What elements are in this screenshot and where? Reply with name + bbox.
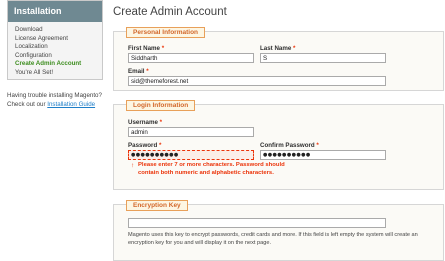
required-mark: * — [159, 119, 163, 126]
first-name-label: First Name * — [128, 45, 164, 52]
help-line-2: Check out our Installation Guide — [7, 101, 107, 110]
personal-information-fieldset: Personal Information First Name * Last N… — [113, 27, 444, 91]
step-configuration: Configuration — [15, 51, 52, 59]
username-label-text: Username — [128, 119, 158, 126]
confirm-password-label-text: Confirm Password — [260, 142, 315, 149]
required-mark: * — [293, 45, 296, 52]
login-information-legend: Login Information — [126, 100, 196, 111]
password-input[interactable]: ●●●●●●●●●● — [128, 150, 254, 160]
step-create-admin-account: Create Admin Account — [15, 60, 82, 67]
required-mark: * — [158, 142, 162, 149]
step-localization: Localization — [15, 43, 48, 50]
required-mark: * — [316, 142, 319, 149]
confirm-password-label: Confirm Password * — [260, 142, 319, 149]
steps-list: Download License Agreement Localization … — [8, 22, 102, 77]
first-name-label-text: First Name — [128, 45, 160, 52]
email-label-text: Email — [128, 68, 145, 75]
required-mark: * — [146, 68, 149, 75]
required-mark: * — [161, 45, 165, 52]
help-prefix: Check out our — [7, 100, 46, 108]
email-label: Email * — [128, 68, 149, 75]
email-input[interactable] — [128, 76, 386, 86]
sidebar: Installation Download License Agreement … — [7, 0, 103, 80]
personal-information-legend: Personal Information — [126, 27, 206, 38]
confirm-password-input[interactable]: ●●●●●●●●●● — [260, 150, 386, 160]
step-download: Download — [15, 26, 43, 33]
encryption-key-note: Magento uses this key to encrypt passwor… — [128, 232, 418, 246]
help-text: Having trouble installing Magento? Check… — [7, 92, 107, 109]
installation-steps-box: Installation Download License Agreement … — [7, 0, 103, 80]
password-error-message: Please enter 7 or more characters. Passw… — [138, 162, 285, 176]
sidebar-title: Installation — [8, 1, 102, 22]
encryption-key-input[interactable] — [128, 218, 386, 228]
encryption-key-fieldset: Encryption Key Magento uses this key to … — [113, 200, 444, 261]
encryption-key-legend: Encryption Key — [126, 200, 188, 211]
first-name-input[interactable] — [128, 53, 254, 63]
username-label: Username * — [128, 119, 162, 126]
login-information-fieldset: Login Information Username * Password * … — [113, 100, 444, 190]
error-arrow-icon: ↑ — [131, 162, 135, 169]
username-input[interactable] — [128, 127, 254, 137]
installation-guide-link[interactable]: Installation Guide — [47, 101, 95, 108]
last-name-input[interactable] — [260, 53, 386, 63]
step-license-agreement: License Agreement — [15, 34, 68, 42]
password-label-text: Password — [128, 142, 158, 149]
help-line-1: Having trouble installing Magento? — [7, 92, 102, 99]
page-title: Create Admin Account — [113, 6, 227, 18]
password-label: Password * — [128, 142, 161, 149]
last-name-label-text: Last Name — [260, 45, 292, 52]
step-all-set: You're All Set! — [15, 68, 54, 76]
last-name-label: Last Name * — [260, 45, 295, 52]
